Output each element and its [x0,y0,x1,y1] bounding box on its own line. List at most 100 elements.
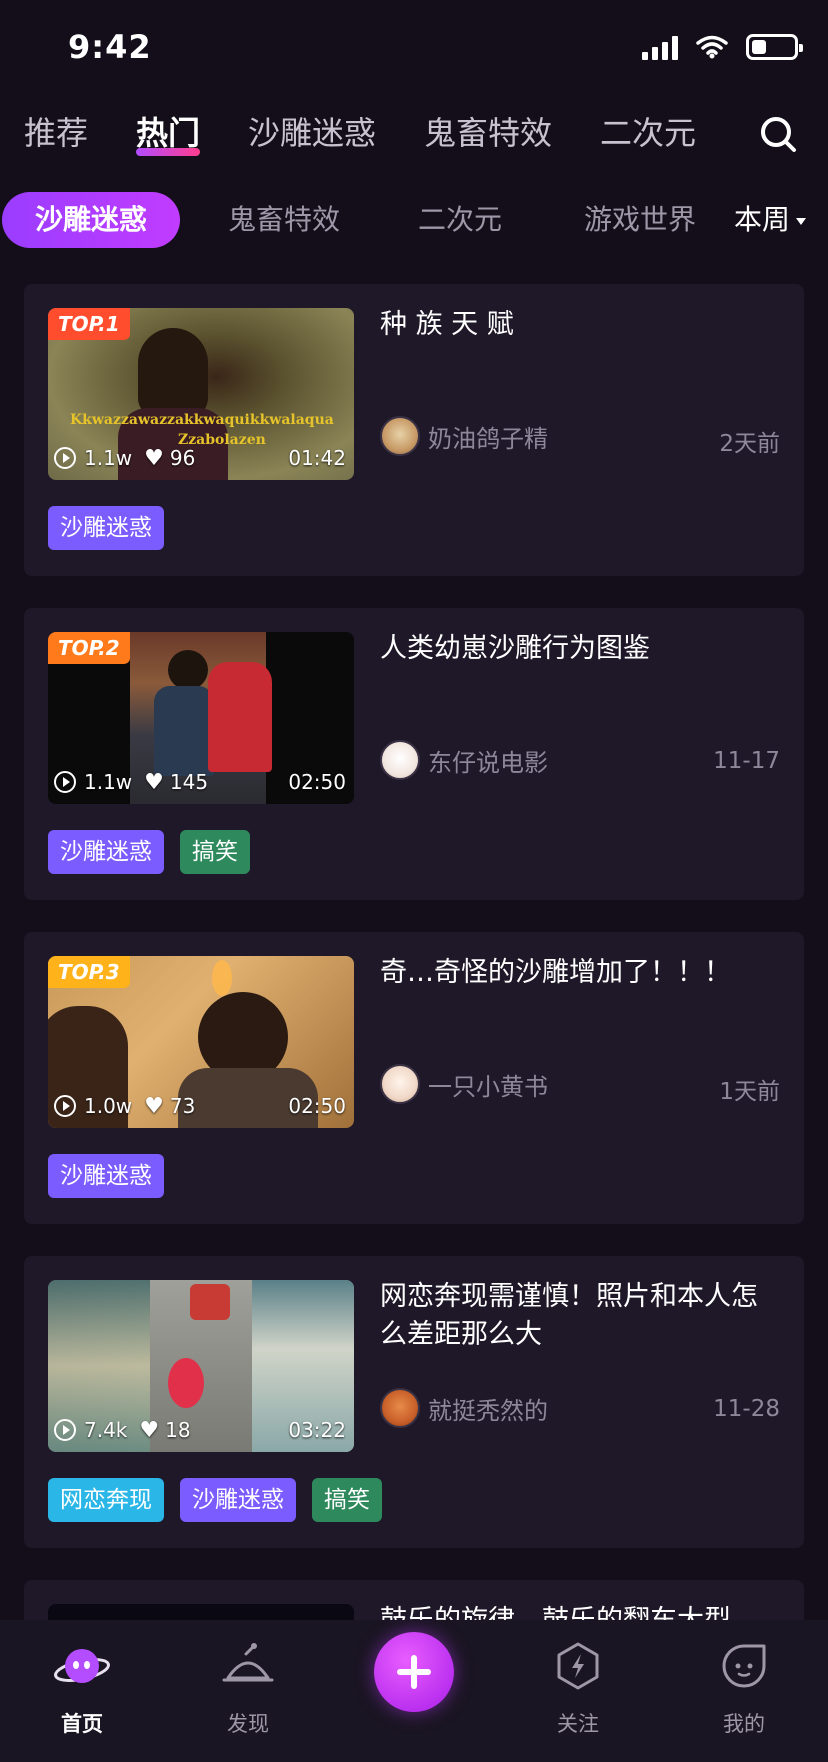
status-icons [642,34,803,60]
sub-tabs: 沙雕迷惑 鬼畜特效 二次元 游戏世界 本周 [0,192,828,248]
video-thumbnail[interactable]: TOP.3 1.0w ♥ 73 02:50 [48,956,354,1128]
avatar[interactable] [380,416,420,456]
heart-icon: ♥ [144,445,164,471]
post-date: 11-17 [713,748,780,774]
like-count: 73 [169,1094,196,1118]
play-count-icon [54,447,76,469]
author[interactable]: 奶油鸽子精 [380,416,548,456]
nav-me[interactable]: 我的 [694,1638,794,1738]
nav-home[interactable]: 首页 [32,1638,132,1738]
tag[interactable]: 搞笑 [312,1478,382,1522]
search-icon[interactable] [758,114,798,154]
tag[interactable]: 沙雕迷惑 [48,506,164,550]
subtab-anime[interactable]: 二次元 [400,192,520,248]
status-time: 9:42 [68,28,152,66]
subtab-funny[interactable]: 沙雕迷惑 [2,192,180,248]
post-date: 1天前 [719,1079,780,1105]
tab-funny[interactable]: 沙雕迷惑 [248,108,376,154]
planet-icon [54,1649,110,1683]
video-thumbnail[interactable]: TOP.2 1.1w ♥ 145 02:50 [48,632,354,804]
heart-icon: ♥ [144,1093,164,1119]
author[interactable]: 东仔说电影 [380,740,548,780]
author-name[interactable]: 奶油鸽子精 [428,419,548,454]
signal-icon [642,34,678,60]
heart-icon: ♥ [139,1417,160,1443]
play-count-icon [54,771,76,793]
thumbnail-stats: 1.1w ♥ 145 02:50 [54,768,346,796]
author[interactable]: 就挺秃然的 [380,1388,548,1428]
video-card[interactable]: TOP.3 1.0w ♥ 73 02:50 奇…奇怪的沙雕增加了！！！ 一只小黄… [24,932,804,1224]
rank-badge: TOP.1 [48,308,130,340]
post-date: 2天前 [719,431,780,457]
duration: 02:50 [288,1094,346,1118]
subtab-games[interactable]: 游戏世界 [570,192,710,248]
tag[interactable]: 网恋奔现 [48,1478,164,1522]
create-button[interactable] [374,1632,454,1712]
tag-list: 沙雕迷惑 搞笑 [48,830,250,874]
video-card[interactable]: TOP.2 1.1w ♥ 145 02:50 人类幼崽沙雕行为图鉴 东仔说电影 … [24,608,804,900]
tag-list: 网恋奔现 沙雕迷惑 搞笑 [48,1478,382,1522]
play-count: 1.1w [84,770,133,794]
tab-effects[interactable]: 鬼畜特效 [424,108,552,154]
author-name[interactable]: 一只小黄书 [428,1067,548,1102]
top-tabs: 推荐 热门 沙雕迷惑 鬼畜特效 二次元 [0,108,828,168]
tab-hot[interactable]: 热门 [136,108,201,156]
tag[interactable]: 沙雕迷惑 [48,1154,164,1198]
heart-icon: ♥ [144,769,164,795]
duration: 03:22 [288,1418,346,1442]
thumbnail-stats: 1.1w ♥ 96 01:42 [54,444,346,472]
play-count-icon [54,1419,76,1441]
duration: 01:42 [288,446,346,470]
tab-anime[interactable]: 二次元 [600,108,696,154]
duration: 02:50 [288,770,346,794]
video-title[interactable]: 网恋奔现需谨慎！照片和本人怎么差距那么大 [380,1278,780,1354]
author-name[interactable]: 就挺秃然的 [428,1391,548,1426]
play-count-icon [54,1095,76,1117]
subtab-effects[interactable]: 鬼畜特效 [214,192,354,248]
play-count: 1.0w [84,1094,133,1118]
author-name[interactable]: 东仔说电影 [428,743,548,778]
nav-follow[interactable]: 关注 [528,1638,628,1738]
thumbnail-stats: 7.4k ♥ 18 03:22 [54,1416,346,1444]
video-thumbnail[interactable]: Kkwazzawazzakkwaquikkwalaqua Zzabolazen … [48,308,354,480]
video-title[interactable]: 种 族 天 赋 [380,306,780,344]
author[interactable]: 一只小黄书 [380,1064,548,1104]
tag-list: 沙雕迷惑 [48,1154,164,1198]
avatar[interactable] [380,1388,420,1428]
rank-badge: TOP.2 [48,632,130,664]
video-caption: Kkwazzawazzakkwaquikkwalaqua [70,412,334,428]
avatar[interactable] [380,1064,420,1104]
tag[interactable]: 沙雕迷惑 [48,830,164,874]
avatar[interactable] [380,740,420,780]
video-card[interactable]: 7.4k ♥ 18 03:22 网恋奔现需谨慎！照片和本人怎么差距那么大 就挺秃… [24,1256,804,1548]
ufo-icon [222,1643,274,1682]
tag-list: 沙雕迷惑 [48,506,164,550]
video-title[interactable]: 奇…奇怪的沙雕增加了！！！ [380,954,780,992]
tag[interactable]: 沙雕迷惑 [180,1478,296,1522]
tab-hot-label: 热门 [136,114,201,152]
battery-icon [746,34,803,60]
play-count: 7.4k [84,1418,128,1442]
nav-discover[interactable]: 发现 [198,1638,298,1738]
tab-recommend[interactable]: 推荐 [24,108,88,154]
video-card[interactable]: Kkwazzawazzakkwaquikkwalaqua Zzabolazen … [24,284,804,576]
caret-down-icon [796,217,806,225]
thumbnail-stats: 1.0w ♥ 73 02:50 [54,1092,346,1120]
status-bar: 9:42 [0,0,828,96]
post-date: 11-28 [713,1396,780,1422]
video-thumbnail[interactable]: 7.4k ♥ 18 03:22 [48,1280,354,1452]
like-count: 96 [169,446,196,470]
nav-label: 首页 [61,1712,103,1736]
bolt-icon [557,1642,599,1690]
like-count: 145 [169,770,209,794]
video-title[interactable]: 人类幼崽沙雕行为图鉴 [380,630,780,668]
period-label: 本周 [733,203,790,236]
period-dropdown[interactable]: 本周 [734,192,806,248]
nav-label: 关注 [557,1712,599,1736]
nav-label: 我的 [723,1712,765,1736]
like-count: 18 [165,1418,191,1442]
wifi-icon [696,35,728,59]
play-count: 1.1w [84,446,133,470]
face-icon [722,1644,766,1688]
tag[interactable]: 搞笑 [180,830,250,874]
